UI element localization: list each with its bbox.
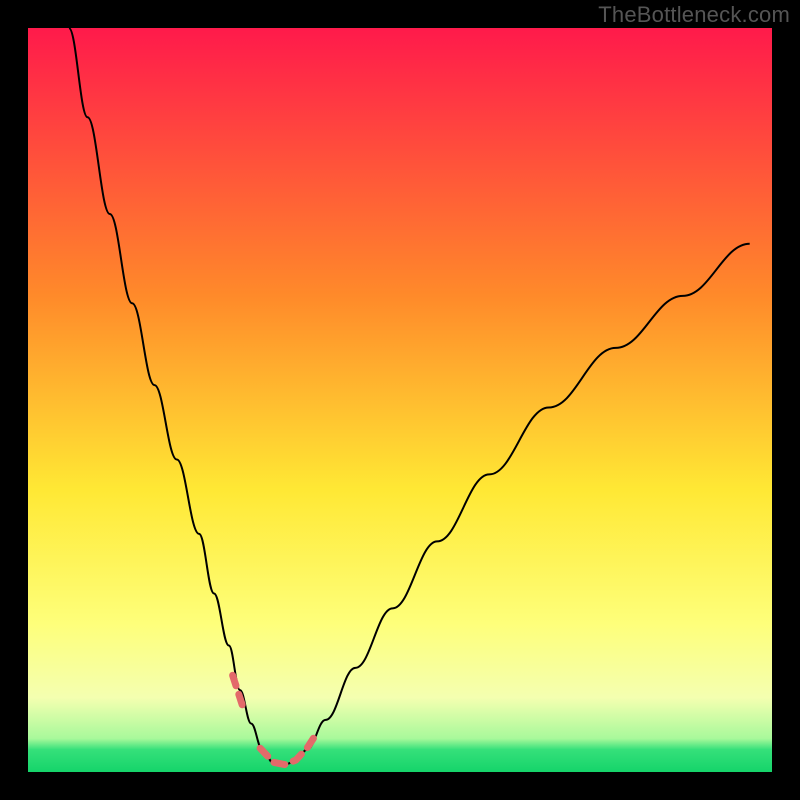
plot-area [28,28,772,772]
chart-frame: TheBottleneck.com [0,0,800,800]
watermark-text: TheBottleneck.com [598,2,790,28]
chart-svg [28,28,772,772]
gradient-background [28,28,772,772]
